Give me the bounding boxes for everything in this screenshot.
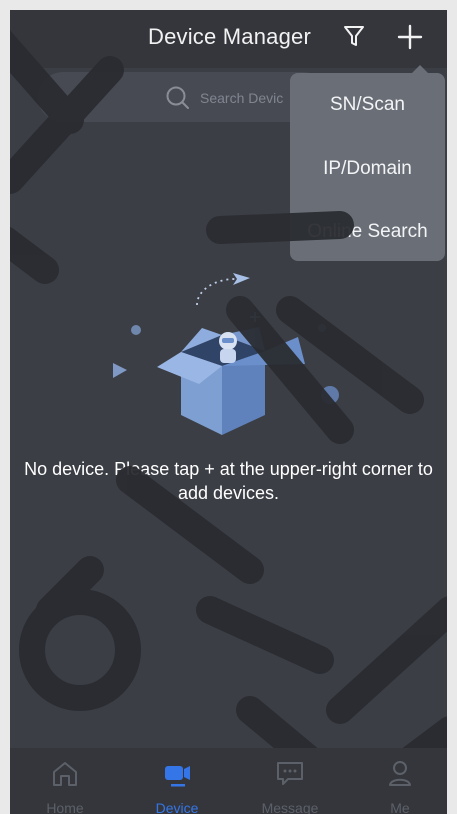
nav-label-me: Me: [390, 800, 410, 814]
empty-state-line-2: add devices.: [177, 483, 280, 503]
home-icon: [53, 762, 77, 786]
add-device-button[interactable]: [395, 22, 425, 52]
message-icon: [277, 762, 303, 785]
nav-item-me[interactable]: Me: [350, 748, 447, 814]
menu-item-online-search[interactable]: Online Search: [290, 217, 445, 247]
device-manager-screen: Device Manager No device. P: [10, 10, 447, 814]
nav-label-message: Message: [261, 800, 319, 814]
nav-item-message[interactable]: Message: [240, 748, 340, 814]
search-bar[interactable]: [38, 72, 328, 122]
search-icon: [166, 86, 189, 109]
menu-item-ip-domain[interactable]: IP/Domain: [290, 154, 445, 184]
camera-icon: [165, 766, 190, 787]
nav-item-device[interactable]: Device: [127, 748, 227, 814]
empty-state-line-1: No device. Please tap + at the upper-rig…: [24, 459, 433, 479]
filter-icon[interactable]: [340, 22, 368, 50]
nav-item-home[interactable]: Home: [15, 748, 115, 814]
bottom-nav: Home Device Message Me: [10, 748, 447, 814]
page-title: Device Manager: [148, 24, 311, 49]
nav-label-home: Home: [46, 800, 84, 814]
empty-state-message: No device. Please tap + at the upper-rig…: [10, 457, 447, 505]
nav-label-device: Device: [155, 800, 199, 814]
app-header: Device Manager: [10, 10, 447, 68]
add-device-menu: SN/Scan IP/Domain Online Search: [290, 73, 445, 261]
empty-box-illustration: [113, 273, 339, 435]
person-icon: [389, 761, 411, 786]
menu-item-sn-scan[interactable]: SN/Scan: [290, 90, 445, 120]
